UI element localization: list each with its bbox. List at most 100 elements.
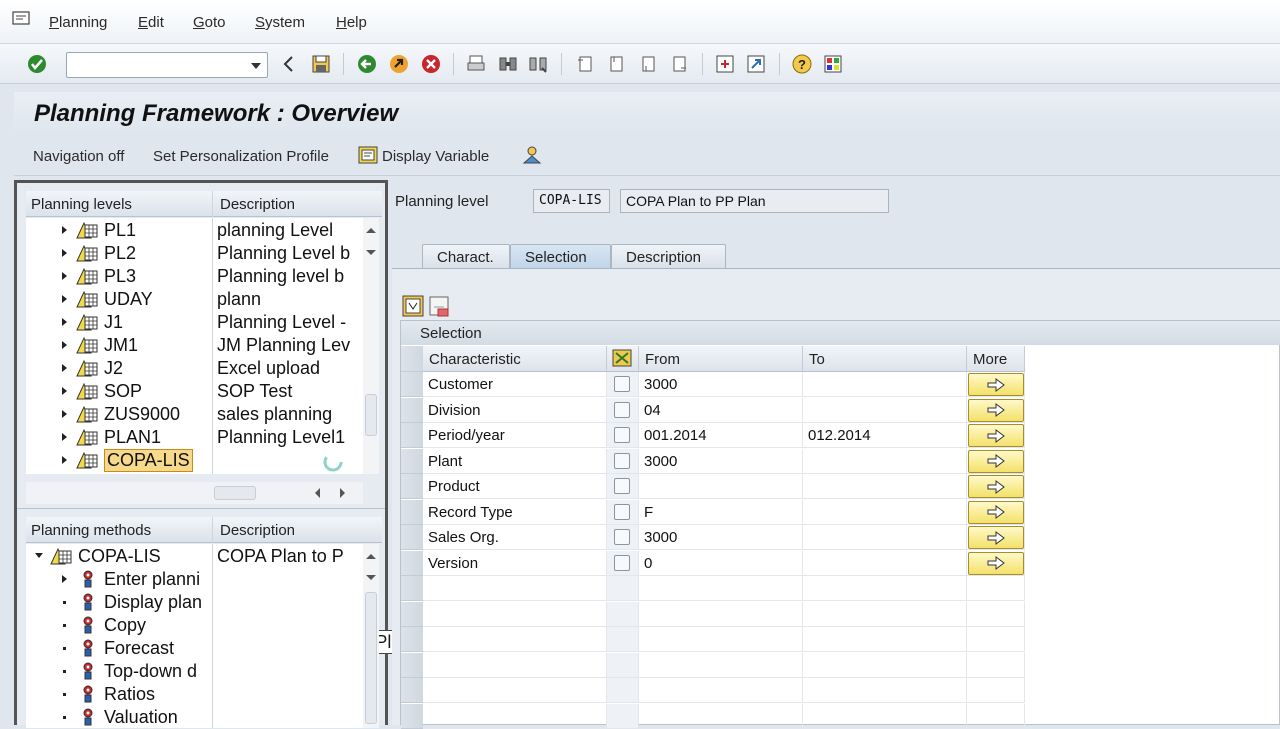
- variable-checkbox[interactable]: [614, 427, 630, 443]
- window-menu-icon[interactable]: [12, 11, 32, 27]
- to-value-cell[interactable]: [803, 525, 967, 550]
- variable-checkbox[interactable]: [614, 401, 630, 418]
- column-header-characteristic[interactable]: Characteristic: [423, 346, 607, 372]
- row-selector[interactable]: [401, 448, 423, 474]
- print-icon[interactable]: [465, 53, 487, 75]
- row-selector[interactable]: [401, 372, 423, 397]
- menu-goto[interactable]: Goto: [193, 14, 226, 31]
- expand-icon[interactable]: [62, 341, 67, 349]
- methods-scrollbar[interactable]: [363, 544, 379, 728]
- scroll-down-icon[interactable]: [366, 250, 376, 255]
- from-value-cell[interactable]: 3000: [639, 372, 803, 397]
- chevron-down-icon[interactable]: [251, 63, 261, 69]
- delete-icon[interactable]: [428, 295, 450, 317]
- multiple-selection-button[interactable]: [968, 398, 1024, 422]
- exit-icon[interactable]: [388, 53, 410, 75]
- prev-page-icon[interactable]: [605, 53, 627, 75]
- variable-checkbox[interactable]: [614, 452, 630, 469]
- row-selector[interactable]: [401, 499, 423, 525]
- column-header-description[interactable]: Description: [220, 522, 295, 539]
- tab-selection[interactable]: Selection: [510, 244, 611, 270]
- menu-edit[interactable]: Edit: [138, 14, 164, 31]
- row-selector[interactable]: [401, 525, 423, 550]
- expand-icon[interactable]: [62, 364, 67, 372]
- to-value-cell[interactable]: [803, 397, 967, 423]
- from-value-cell[interactable]: 001.2014: [639, 423, 803, 448]
- command-field[interactable]: [66, 52, 268, 78]
- expand-icon[interactable]: [62, 433, 67, 441]
- levels-horizontal-scrollbar[interactable]: [26, 482, 363, 504]
- tree-row-method[interactable]: Display plan: [26, 591, 363, 614]
- from-value-cell[interactable]: 04: [639, 397, 803, 423]
- to-value-cell[interactable]: 012.2014: [803, 423, 967, 448]
- multiple-selection-button[interactable]: [968, 424, 1024, 447]
- save-icon[interactable]: [310, 53, 332, 75]
- column-header-to[interactable]: To: [803, 346, 967, 372]
- multiple-selection-button[interactable]: [968, 500, 1024, 524]
- row-selector[interactable]: [401, 652, 423, 678]
- variable-checkbox[interactable]: [614, 503, 630, 520]
- scroll-thumb[interactable]: [365, 394, 377, 436]
- tree-row-level[interactable]: UDAY plann: [26, 288, 363, 311]
- tree-row-method[interactable]: Forecast: [26, 637, 363, 660]
- tree-row-method[interactable]: Copy: [26, 614, 363, 637]
- scroll-right-icon[interactable]: [338, 487, 346, 499]
- expand-icon[interactable]: [35, 553, 43, 558]
- expand-icon[interactable]: [62, 318, 67, 326]
- multiple-selection-button[interactable]: [968, 526, 1024, 549]
- menu-system[interactable]: System: [255, 14, 305, 31]
- enter-icon[interactable]: [26, 53, 48, 75]
- first-page-icon[interactable]: [574, 53, 596, 75]
- tree-row-level[interactable]: PL2 Planning Level b: [26, 242, 363, 265]
- scroll-down-icon[interactable]: [366, 575, 376, 580]
- back-nav-icon[interactable]: [278, 53, 300, 75]
- next-page-icon[interactable]: [637, 53, 659, 75]
- menu-planning[interactable]: Planning: [49, 14, 107, 31]
- multiple-selection-button[interactable]: [968, 551, 1024, 575]
- find-icon[interactable]: [497, 53, 519, 75]
- from-value-cell[interactable]: [639, 474, 803, 499]
- row-selector[interactable]: [401, 627, 423, 652]
- row-selector[interactable]: [401, 703, 423, 729]
- column-header-planning-levels[interactable]: Planning levels: [31, 196, 132, 213]
- tree-row-level[interactable]: J1 Planning Level -: [26, 311, 363, 334]
- hscroll-thumb[interactable]: [214, 486, 256, 500]
- tree-row-level[interactable]: ZUS9000 sales planning: [26, 403, 363, 426]
- expand-icon[interactable]: [62, 272, 67, 280]
- planning-level-desc-field[interactable]: COPA Plan to PP Plan: [620, 189, 889, 213]
- tree-row-method[interactable]: Enter planni: [26, 568, 363, 591]
- tree-row-method[interactable]: Top-down d: [26, 660, 363, 683]
- row-selector[interactable]: [401, 474, 423, 499]
- select-all-cell[interactable]: [401, 346, 423, 372]
- variable-checkbox[interactable]: [614, 478, 630, 494]
- help-icon[interactable]: ?: [791, 53, 813, 75]
- from-value-cell[interactable]: 3000: [639, 525, 803, 550]
- variable-checkbox[interactable]: [614, 529, 630, 545]
- tab-charact[interactable]: Charact.: [422, 244, 510, 270]
- panel-splitter[interactable]: [17, 508, 385, 513]
- tree-row-level[interactable]: SOP SOP Test: [26, 380, 363, 403]
- back-icon[interactable]: [356, 53, 378, 75]
- expand-icon[interactable]: [62, 575, 67, 583]
- tree-row-method[interactable]: Ratios: [26, 683, 363, 706]
- set-personalization-profile-button[interactable]: Set Personalization Profile: [153, 148, 329, 165]
- tree-row-level[interactable]: COPA-LIS: [26, 449, 363, 472]
- tree-row-level[interactable]: PLAN1 Planning Level1: [26, 426, 363, 449]
- expand-icon[interactable]: [62, 295, 67, 303]
- expand-icon[interactable]: [62, 249, 67, 257]
- row-selector[interactable]: [401, 601, 423, 627]
- tree-row-method-root[interactable]: COPA-LIS COPA Plan to P: [26, 545, 363, 568]
- row-selector[interactable]: [401, 423, 423, 448]
- tree-row-level[interactable]: PL1 planning Level: [26, 219, 363, 242]
- expand-icon[interactable]: [62, 387, 67, 395]
- to-value-cell[interactable]: [803, 474, 967, 499]
- expand-icon[interactable]: [62, 410, 67, 418]
- expand-icon[interactable]: [62, 456, 67, 464]
- row-selector[interactable]: [401, 397, 423, 423]
- scroll-up-icon[interactable]: [366, 228, 376, 233]
- row-selector[interactable]: [401, 678, 423, 703]
- cancel-icon[interactable]: [420, 53, 442, 75]
- from-value-cell[interactable]: 0: [639, 550, 803, 576]
- variable-checkbox[interactable]: [614, 376, 630, 392]
- from-value-cell[interactable]: 3000: [639, 448, 803, 474]
